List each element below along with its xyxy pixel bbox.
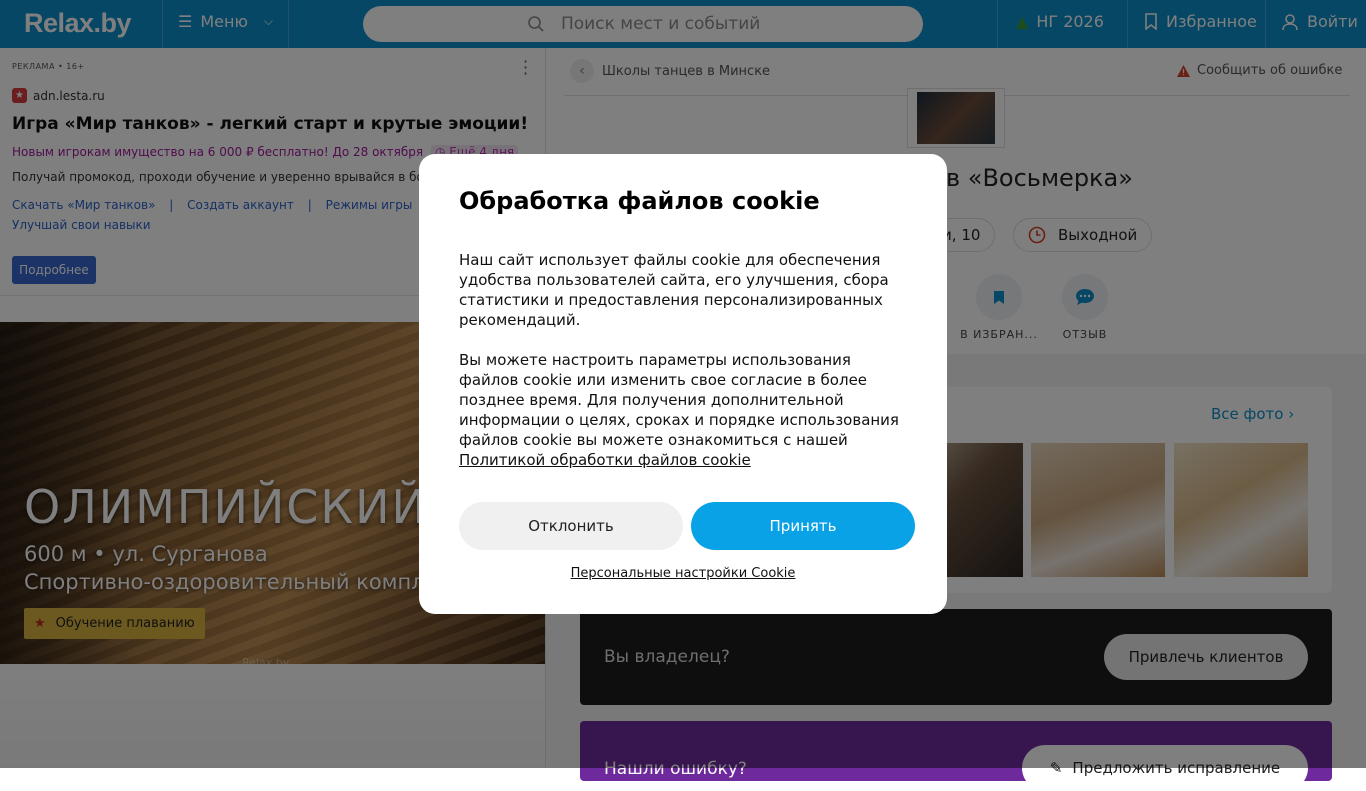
- decline-button[interactable]: Отклонить: [459, 502, 683, 550]
- cookie-text: Наш сайт использует файлы cookie для обе…: [459, 251, 889, 329]
- cookie-title: Обработка файлов cookie: [459, 187, 820, 215]
- personal-cookie-settings-link[interactable]: Персональные настройки Cookie: [419, 566, 947, 581]
- cookie-text-2-body: Вы можете настроить параметры использова…: [459, 351, 899, 449]
- accept-button[interactable]: Принять: [691, 502, 915, 550]
- cookie-dialog: Обработка файлов cookie Наш сайт использ…: [419, 154, 947, 614]
- cookie-policy-link[interactable]: Политикой обработки файлов cookie: [459, 451, 751, 469]
- cookie-text-2: Вы можете настроить параметры использова…: [459, 350, 911, 470]
